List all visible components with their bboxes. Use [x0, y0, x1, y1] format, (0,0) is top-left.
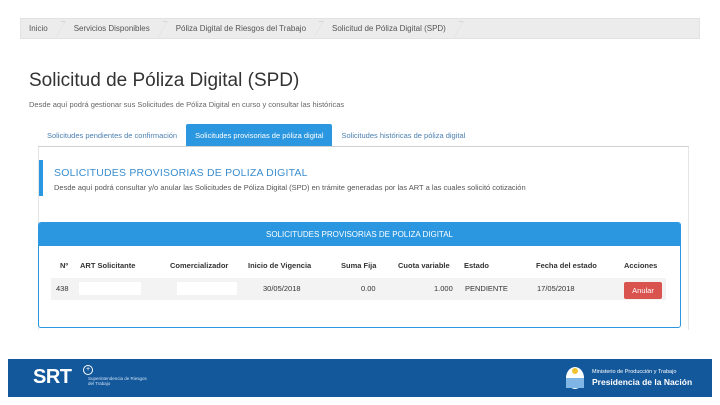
cell-cuota-variable: 1.000	[434, 284, 453, 293]
solicitudes-table-panel: SOLICITUDES PROVISORIAS DE POLIZA DIGITA…	[38, 222, 681, 328]
breadcrumb: Inicio Servicios Disponibles Póliza Digi…	[20, 18, 700, 39]
presidencia-label: Presidencia de la Nación	[592, 377, 693, 387]
col-suma-fija: Suma Fija	[341, 261, 377, 270]
page-subtitle: Desde aquí podrá gestionar sus Solicitud…	[29, 100, 345, 109]
info-callout: SOLICITUDES PROVISORIAS DE POLIZA DIGITA…	[39, 160, 681, 196]
argentina-emblem-icon	[566, 367, 584, 389]
breadcrumb-poliza-digital[interactable]: Póliza Digital de Riesgos del Trabajo	[162, 19, 318, 38]
tab-provisorias[interactable]: Solicitudes provisorias de póliza digita…	[186, 124, 333, 146]
callout-title: SOLICITUDES PROVISORIAS DE POLIZA DIGITA…	[54, 167, 308, 179]
col-inicio-vigencia: Inicio de Vigencia	[248, 261, 312, 270]
plus-icon: +	[83, 365, 93, 375]
tab-historicas[interactable]: Solicitudes históricas de póliza digital	[332, 124, 474, 146]
breadcrumb-servicios[interactable]: Servicios Disponibles	[60, 19, 162, 38]
breadcrumb-inicio[interactable]: Inicio	[21, 19, 60, 38]
table-header-row: Nº ART Solicitante Comercializador Inici…	[39, 261, 680, 273]
redacted-comercializador	[177, 282, 237, 295]
cell-inicio-vigencia: 30/05/2018	[263, 284, 301, 293]
tab-pendientes[interactable]: Solicitudes pendientes de confirmación	[38, 124, 186, 146]
cell-numero: 438	[56, 284, 69, 293]
anular-button[interactable]: Anular	[624, 282, 662, 299]
col-numero: Nº	[60, 261, 69, 270]
footer: SRT + Superintendencia de Riesgos del Tr…	[8, 359, 712, 397]
srt-subtitle: Superintendencia de Riesgos del Trabajo	[88, 376, 147, 386]
srt-logo[interactable]: SRT	[33, 366, 72, 389]
col-fecha-estado: Fecha del estado	[536, 261, 597, 270]
cell-fecha-estado: 17/05/2018	[537, 284, 575, 293]
redacted-art	[79, 282, 141, 295]
col-estado: Estado	[464, 261, 490, 270]
col-comercializador: Comercializador	[170, 261, 229, 270]
col-acciones: Acciones	[624, 261, 658, 270]
cell-estado: PENDIENTE	[465, 284, 508, 293]
col-art-solicitante: ART Solicitante	[80, 261, 136, 270]
tab-bar: Solicitudes pendientes de confirmación S…	[38, 117, 689, 147]
callout-text: Desde aquí podrá consultar y/o anular la…	[54, 183, 526, 192]
cell-suma-fija: 0.00	[361, 284, 376, 293]
ministerio-label: Ministerio de Producción y Trabajo	[592, 369, 677, 375]
col-cuota-variable: Cuota variable	[398, 261, 450, 270]
table-title: SOLICITUDES PROVISORIAS DE POLIZA DIGITA…	[39, 223, 680, 246]
page-title: Solicitud de Póliza Digital (SPD)	[29, 70, 300, 91]
table-row: 438 30/05/2018 0.00 1.000 PENDIENTE 17/0…	[51, 278, 666, 300]
breadcrumb-solicitud[interactable]: Solicitud de Póliza Digital (SPD)	[318, 19, 458, 38]
